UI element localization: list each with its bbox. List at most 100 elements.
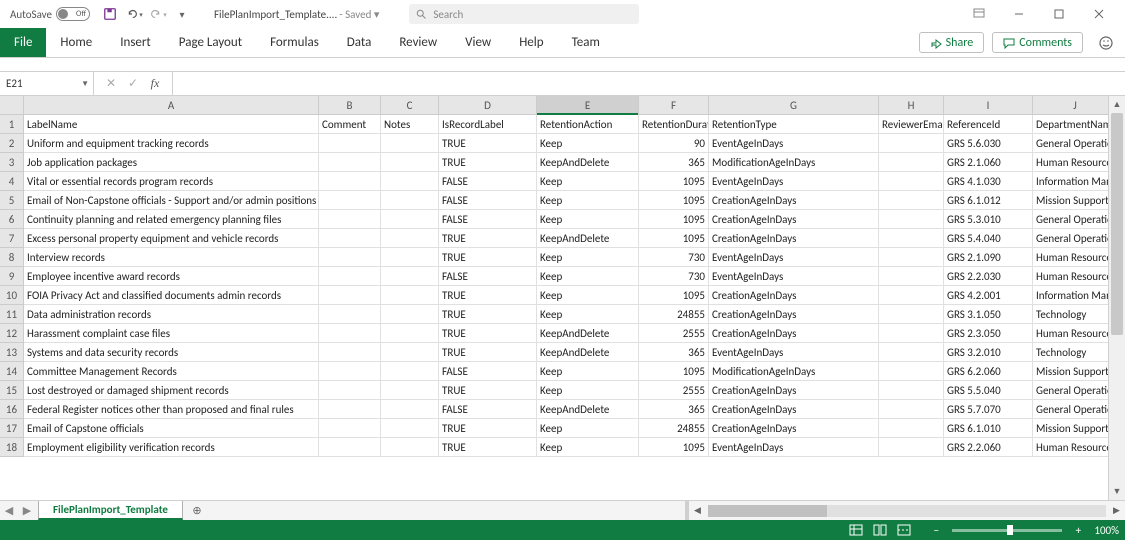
cell[interactable]: FALSE — [439, 362, 537, 381]
scroll-down-icon[interactable]: ▼ — [1109, 483, 1125, 500]
cell[interactable] — [879, 343, 944, 362]
cell[interactable]: Mission Support — [1033, 191, 1108, 210]
cell[interactable] — [319, 210, 381, 229]
cell[interactable]: Keep — [537, 248, 639, 267]
tab-file[interactable]: File — [0, 28, 46, 57]
header-cell[interactable]: LabelName — [24, 115, 319, 134]
cell[interactable] — [319, 267, 381, 286]
feedback-smiley-icon[interactable] — [1093, 30, 1119, 56]
cell[interactable]: 1095 — [639, 191, 709, 210]
cell[interactable]: Interview records — [24, 248, 319, 267]
cell[interactable] — [319, 229, 381, 248]
name-box[interactable]: E21 ▼ — [0, 72, 94, 95]
cell[interactable]: TRUE — [439, 248, 537, 267]
cell[interactable] — [879, 400, 944, 419]
cell[interactable]: TRUE — [439, 438, 537, 457]
cell[interactable]: 2555 — [639, 324, 709, 343]
row-header[interactable]: 5 — [0, 191, 24, 210]
cell[interactable] — [319, 172, 381, 191]
cell[interactable]: 1095 — [639, 229, 709, 248]
cell[interactable] — [381, 438, 439, 457]
col-header-E[interactable]: E — [537, 96, 639, 115]
row-header[interactable]: 15 — [0, 381, 24, 400]
cell[interactable]: GRS 5.7.070 — [944, 400, 1033, 419]
cell[interactable]: EventAgeInDays — [709, 343, 879, 362]
cell[interactable]: CreationAgeInDays — [709, 381, 879, 400]
cell[interactable]: ModificationAgeInDays — [709, 153, 879, 172]
row-header[interactable]: 10 — [0, 286, 24, 305]
cell[interactable]: EventAgeInDays — [709, 438, 879, 457]
cell[interactable]: GRS 4.2.001 — [944, 286, 1033, 305]
cell[interactable] — [879, 324, 944, 343]
cell[interactable] — [879, 191, 944, 210]
scroll-up-icon[interactable]: ▲ — [1109, 96, 1125, 113]
search-box[interactable]: Search — [409, 4, 639, 24]
cell[interactable]: GRS 3.1.050 — [944, 305, 1033, 324]
cell[interactable] — [319, 324, 381, 343]
row-header[interactable]: 1 — [0, 115, 24, 134]
cell[interactable] — [879, 305, 944, 324]
cell[interactable]: 1095 — [639, 362, 709, 381]
cell[interactable]: TRUE — [439, 134, 537, 153]
cell[interactable] — [879, 172, 944, 191]
cell[interactable]: General Operations — [1033, 210, 1108, 229]
cell[interactable]: Keep — [537, 362, 639, 381]
name-box-dropdown-icon[interactable]: ▼ — [81, 79, 89, 89]
save-status[interactable]: - Saved ▾ — [339, 8, 379, 21]
cell[interactable] — [879, 381, 944, 400]
cell[interactable]: Email of Capstone officials — [24, 419, 319, 438]
cell[interactable] — [879, 153, 944, 172]
tab-team[interactable]: Team — [558, 28, 614, 57]
cell[interactable]: 1095 — [639, 438, 709, 457]
cell[interactable]: Continuity planning and related emergenc… — [24, 210, 319, 229]
cell[interactable]: TRUE — [439, 381, 537, 400]
add-sheet-icon[interactable]: ⊕ — [185, 501, 209, 520]
row-header[interactable]: 14 — [0, 362, 24, 381]
cell[interactable] — [381, 191, 439, 210]
cell[interactable] — [319, 438, 381, 457]
cell[interactable] — [381, 362, 439, 381]
row-header[interactable]: 17 — [0, 419, 24, 438]
cell[interactable]: KeepAndDelete — [537, 324, 639, 343]
cell[interactable]: Keep — [537, 210, 639, 229]
cell[interactable]: FALSE — [439, 210, 537, 229]
header-cell[interactable]: ReferenceId — [944, 115, 1033, 134]
comments-button[interactable]: Comments — [992, 32, 1083, 53]
cell[interactable] — [319, 343, 381, 362]
cell[interactable] — [319, 134, 381, 153]
select-all-corner[interactable] — [0, 96, 24, 115]
cell[interactable]: EventAgeInDays — [709, 248, 879, 267]
cell[interactable]: Federal Register notices other than prop… — [24, 400, 319, 419]
cell[interactable]: Information Management — [1033, 286, 1108, 305]
cell[interactable]: FALSE — [439, 400, 537, 419]
cell[interactable]: 365 — [639, 400, 709, 419]
vscroll-thumb[interactable] — [1111, 113, 1123, 335]
qat-customize-icon[interactable]: ▾ — [173, 5, 191, 23]
cell[interactable]: KeepAndDelete — [537, 229, 639, 248]
view-normal-icon[interactable] — [845, 522, 867, 538]
cell[interactable]: Human Resources — [1033, 324, 1108, 343]
cell[interactable] — [319, 419, 381, 438]
cell[interactable]: 1095 — [639, 286, 709, 305]
cell[interactable]: EventAgeInDays — [709, 267, 879, 286]
cell[interactable]: GRS 5.6.030 — [944, 134, 1033, 153]
cell[interactable]: GRS 4.1.030 — [944, 172, 1033, 191]
cell[interactable]: Technology — [1033, 305, 1108, 324]
cell[interactable]: CreationAgeInDays — [709, 400, 879, 419]
cell[interactable]: Employee incentive award records — [24, 267, 319, 286]
undo-icon[interactable]: ▾ — [125, 5, 143, 23]
cell[interactable]: GRS 2.3.050 — [944, 324, 1033, 343]
cell[interactable]: CreationAgeInDays — [709, 229, 879, 248]
horizontal-scrollbar[interactable]: ◀ ▶ — [685, 501, 1125, 520]
row-header[interactable]: 12 — [0, 324, 24, 343]
cell[interactable]: EventAgeInDays — [709, 134, 879, 153]
row-header[interactable]: 8 — [0, 248, 24, 267]
cell[interactable]: Mission Support — [1033, 419, 1108, 438]
cell[interactable]: TRUE — [439, 343, 537, 362]
cell[interactable]: EventAgeInDays — [709, 172, 879, 191]
cell[interactable] — [319, 305, 381, 324]
scroll-right-icon[interactable]: ▶ — [1108, 505, 1125, 516]
cell[interactable]: GRS 5.4.040 — [944, 229, 1033, 248]
vertical-scrollbar[interactable]: ▲ ▼ — [1108, 96, 1125, 500]
tab-data[interactable]: Data — [333, 28, 386, 57]
